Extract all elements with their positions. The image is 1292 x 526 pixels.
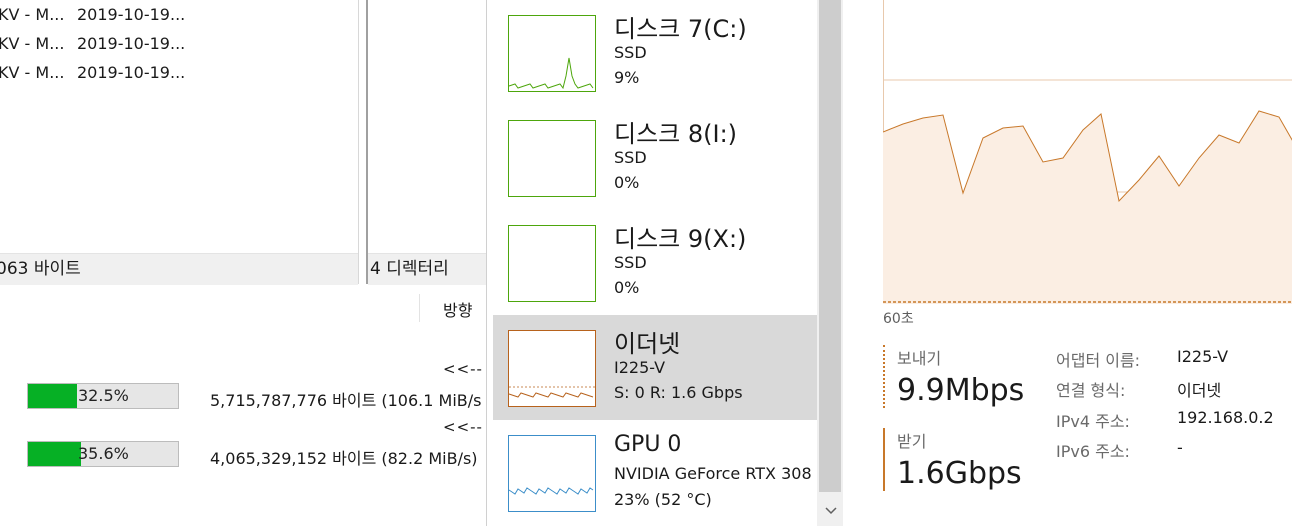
send-stat: 보내기 9.9Mbps bbox=[883, 345, 1024, 408]
direction-arrow: <<-- bbox=[443, 418, 483, 436]
info-key-ipv6: IPv6 주소: bbox=[1056, 442, 1130, 461]
device-usage: 9% bbox=[614, 68, 640, 87]
info-value-ipv4: 192.168.0.2 bbox=[1177, 408, 1274, 427]
device-name: 디스크 9(X:) bbox=[614, 225, 747, 253]
disk-activity-thumbnail bbox=[508, 225, 596, 302]
device-usage: 23% (52 °C) bbox=[614, 490, 712, 509]
status-text: 063 바이트 bbox=[0, 259, 81, 279]
transfer-bytes: 5,715,787,776 바이트 (106.1 MiB/s bbox=[210, 391, 482, 410]
info-value-ipv6: - bbox=[1177, 438, 1183, 457]
thumb-svg-4 bbox=[508, 435, 596, 512]
receive-stat: 받기 1.6Gbps bbox=[883, 428, 1022, 491]
receive-value: 1.6Gbps bbox=[897, 456, 1022, 491]
transfer-bytes: 4,065,329,152 바이트 (82.2 MiB/s) bbox=[210, 449, 478, 468]
send-value: 9.9Mbps bbox=[897, 373, 1025, 408]
file-date: 2019-10-19... bbox=[77, 34, 186, 53]
progress-fill bbox=[28, 442, 82, 466]
thumb-svg-0 bbox=[508, 15, 596, 92]
thumb-svg-2 bbox=[508, 225, 596, 302]
device-name: 이더넷 bbox=[614, 330, 681, 358]
status-text: 4 디렉터리 bbox=[370, 259, 449, 279]
thumb-frame bbox=[508, 225, 596, 302]
thumb-frame bbox=[508, 15, 596, 92]
thumb-frame bbox=[508, 330, 596, 407]
file-date: 2019-10-19... bbox=[77, 63, 186, 82]
info-value-adapter-name: I225-V bbox=[1177, 347, 1229, 366]
info-key-ipv4: IPv4 주소: bbox=[1056, 412, 1130, 431]
file-date: 2019-10-19... bbox=[77, 5, 186, 24]
file-list-pane[interactable]: KV - M... 2019-10-19... KV - M... 2019-1… bbox=[0, 0, 359, 284]
performance-sidebar: 디스크 7(C:) SSD 9% 디스크 8(I:) SSD 0% 디스크 9(… bbox=[486, 0, 844, 526]
thumb-svg-3 bbox=[508, 330, 596, 407]
scroll-down-arrow-icon[interactable] bbox=[817, 500, 844, 522]
file-name: KV - M... bbox=[0, 5, 65, 24]
scroll-thumb[interactable] bbox=[819, 0, 841, 492]
thumb-svg-1 bbox=[508, 120, 596, 197]
device-usage: 0% bbox=[614, 278, 640, 297]
file-name: KV - M... bbox=[0, 34, 65, 53]
device-type: SSD bbox=[614, 43, 647, 62]
device-item-ethernet[interactable]: 이더넷 I225-V S: 0 R: 1.6 Gbps bbox=[493, 315, 817, 420]
gpu-activity-thumbnail bbox=[508, 435, 596, 512]
sidebar-scrollbar[interactable] bbox=[817, 0, 844, 526]
info-key-connection-type: 연결 형식: bbox=[1056, 381, 1126, 400]
device-type: SSD bbox=[614, 253, 647, 272]
file-copy-window: KV - M... 2019-10-19... KV - M... 2019-1… bbox=[0, 0, 486, 526]
chevron-down-icon bbox=[824, 507, 837, 515]
network-activity-thumbnail bbox=[508, 330, 596, 407]
graph-time-span: 60초 bbox=[883, 311, 914, 327]
thumb-frame bbox=[508, 435, 596, 512]
ethernet-detail-pane: 60초 보내기 9.9Mbps 받기 1.6Gbps 어댑터 이름: I225-… bbox=[843, 0, 1292, 526]
send-label: 보내기 bbox=[897, 349, 942, 368]
column-header-direction[interactable]: 방향 bbox=[443, 297, 472, 321]
progress-bar: 35.6% bbox=[27, 441, 179, 467]
receive-label: 받기 bbox=[897, 432, 927, 451]
directory-pane[interactable] bbox=[366, 0, 486, 284]
device-type: I225-V bbox=[614, 358, 666, 377]
device-type: NVIDIA GeForce RTX 308 bbox=[614, 464, 812, 483]
device-name: 디스크 7(C:) bbox=[614, 15, 747, 43]
device-usage: 0% bbox=[614, 173, 640, 192]
direction-arrow: <<-- bbox=[443, 360, 483, 378]
disk-activity-thumbnail bbox=[508, 120, 596, 197]
file-name: KV - M... bbox=[0, 63, 65, 82]
device-usage: S: 0 R: 1.6 Gbps bbox=[614, 383, 743, 402]
device-name: GPU 0 bbox=[614, 432, 682, 457]
progress-percent: 35.6% bbox=[78, 444, 129, 463]
device-item-gpu-0[interactable]: GPU 0 NVIDIA GeForce RTX 308 23% (52 °C) bbox=[493, 420, 817, 525]
device-item-disk-9[interactable]: 디스크 9(X:) SSD 0% bbox=[493, 210, 817, 315]
progress-percent: 32.5% bbox=[78, 386, 129, 405]
column-divider[interactable] bbox=[419, 294, 420, 322]
status-bar-left: 063 바이트 bbox=[0, 253, 358, 285]
thumb-frame bbox=[508, 120, 596, 197]
info-value-connection-type: 이더넷 bbox=[1177, 381, 1222, 400]
progress-fill bbox=[28, 384, 77, 408]
throughput-graph bbox=[883, 0, 1292, 304]
info-key-adapter-name: 어댑터 이름: bbox=[1056, 351, 1141, 370]
status-bar-right: 4 디렉터리 bbox=[368, 253, 486, 285]
progress-bar: 32.5% bbox=[27, 383, 179, 409]
disk-activity-thumbnail bbox=[508, 15, 596, 92]
device-name: 디스크 8(I:) bbox=[614, 120, 738, 148]
device-type: SSD bbox=[614, 148, 647, 167]
device-item-disk-8[interactable]: 디스크 8(I:) SSD 0% bbox=[493, 105, 817, 210]
device-item-disk-7[interactable]: 디스크 7(C:) SSD 9% bbox=[493, 0, 817, 105]
